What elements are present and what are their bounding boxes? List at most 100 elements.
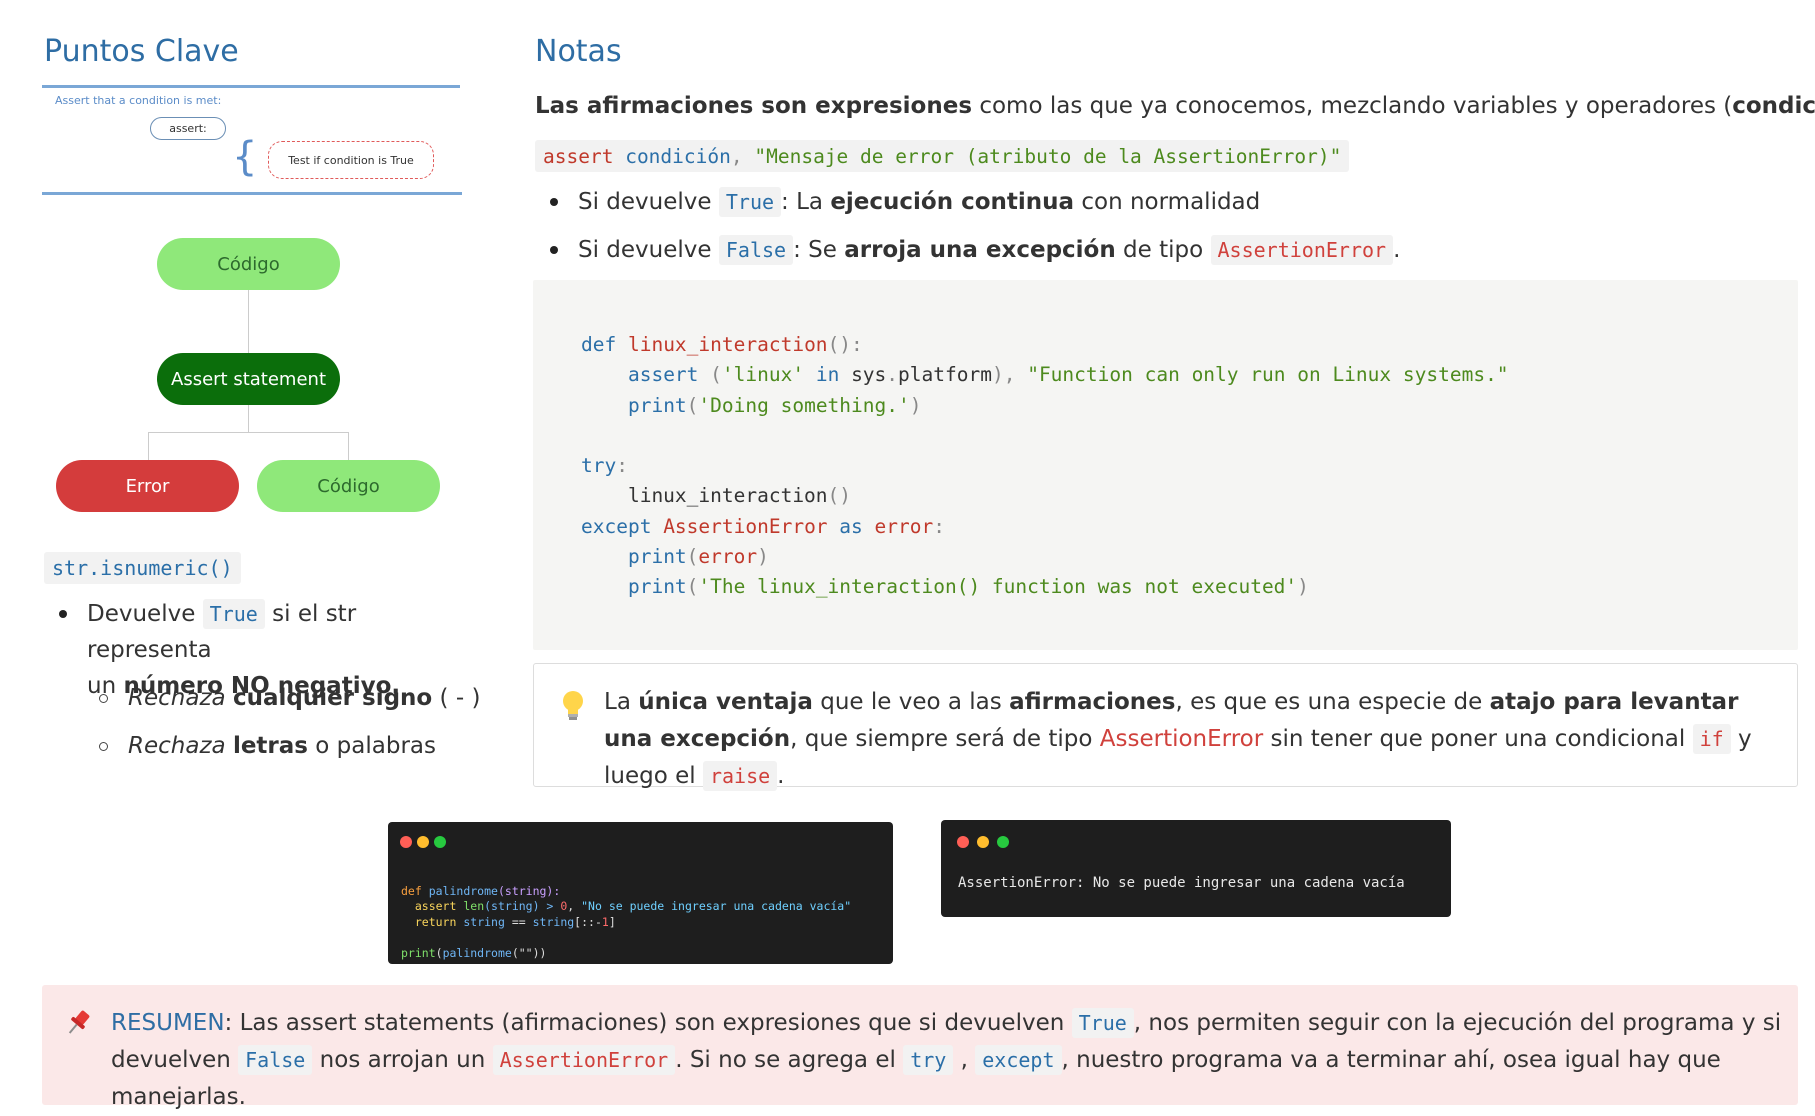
assert-pill: assert: <box>150 117 226 140</box>
bullet-text: Devuelve <box>87 601 196 627</box>
plain-text: , nos permiten seguir con la ejecución d… <box>1133 1010 1782 1036</box>
assert-diagram: Assert that a condition is met: assert: … <box>42 85 462 195</box>
bullet-true: Si devuelve True: La ejecución continua … <box>578 184 1260 220</box>
except-code: except <box>975 1045 1062 1075</box>
flow-connector-left <box>148 432 149 462</box>
flow-node-assert: Assert statement <box>157 353 340 405</box>
window-maximize-dot <box>434 836 446 848</box>
true-code: True <box>718 187 782 217</box>
syntax-condition: condición <box>625 144 731 168</box>
plain-text: como las que ya conocemos, mezclando var… <box>979 93 1733 119</box>
code-line: try: <box>581 454 628 478</box>
sub-bullet-ring <box>99 742 108 751</box>
plain-text: que le veo a las <box>820 689 1002 715</box>
terminal-output-text: AssertionError: No se puede ingresar una… <box>958 875 1405 891</box>
diagram-top-rule <box>42 85 460 88</box>
plain-text: devuelven <box>111 1047 231 1073</box>
bold-text: arroja una excepción <box>844 237 1116 263</box>
flow-node-code-bottom: Código <box>257 460 440 512</box>
bullet-dot <box>59 610 67 618</box>
italic-text: Rechaza <box>128 733 226 759</box>
sub-bullet-letters: Rechaza letras o palabras <box>128 728 436 764</box>
code-line: except AssertionError as error: <box>581 514 945 538</box>
bold-text: Las afirmaciones son expresiones <box>535 93 973 119</box>
plain-text: o palabras <box>315 733 436 759</box>
plain-text: La <box>604 689 631 715</box>
syntax-comma: , <box>730 144 743 168</box>
condition-box: Test if condition is True <box>268 141 434 179</box>
code-content: def linux_interaction(): assert ('linux'… <box>581 330 1509 603</box>
bold-text: afirmaciones <box>1009 689 1176 715</box>
tip-text: La única ventaja que le veo a las afirma… <box>604 684 1784 795</box>
code-screenshot-palindrome: def palindrome(string): assert len(strin… <box>388 822 893 964</box>
bullet-false: Si devuelve False: Se arroja una excepci… <box>578 232 1400 268</box>
puntos-clave-heading: Puntos Clave <box>44 34 239 69</box>
bold-text: ejecución continua <box>830 189 1075 215</box>
assertionerror-highlight: AssertionError <box>1099 726 1264 752</box>
palindrome-code: def palindrome(string): assert len(strin… <box>401 883 852 960</box>
plain-text: . <box>1393 237 1401 263</box>
plain-text: con normalidad <box>1081 189 1261 215</box>
plain-text: , es que es una especie de <box>1175 689 1483 715</box>
brace-glyph: { <box>232 134 258 180</box>
code-block: def linux_interaction(): assert ('linux'… <box>533 280 1798 650</box>
window-minimize-dot <box>977 836 989 848</box>
bullet-dot <box>550 246 558 254</box>
if-code: if <box>1692 724 1731 754</box>
plain-text: de tipo <box>1123 237 1204 263</box>
bullet-dot <box>550 198 558 206</box>
plain-text: : La <box>781 189 823 215</box>
plain-text: , <box>960 1047 968 1073</box>
bold-text: única ventaja <box>638 689 813 715</box>
bold-text: cualquier signo <box>232 685 433 711</box>
assertionerror-code: AssertionError <box>492 1045 676 1075</box>
window-minimize-dot <box>417 836 429 848</box>
diagram-caption: Assert that a condition is met: <box>55 94 222 107</box>
true-code: True <box>1071 1008 1134 1038</box>
false-code: False <box>238 1045 313 1075</box>
plain-text: Si devuelve <box>578 237 712 263</box>
plain-text: , <box>790 726 798 752</box>
plain-text: . Si no se agrega el <box>675 1047 896 1073</box>
plain-text: . <box>777 763 785 789</box>
summary-callout: RESUMEN: Las assert statements (afirmaci… <box>42 985 1798 1110</box>
window-close-dot <box>957 836 969 848</box>
pushpin-icon <box>62 1007 94 1039</box>
terminal-output-window: AssertionError: No se puede ingresar una… <box>941 820 1451 917</box>
tip-callout: La única ventaja que le veo a las afirma… <box>533 663 1798 791</box>
code-line: print('Doing something.') <box>627 393 922 417</box>
plain-text: Si devuelve <box>578 189 712 215</box>
try-code: try <box>903 1045 954 1075</box>
plain-text: sin tener que poner una condicional <box>1270 726 1686 752</box>
window-maximize-dot <box>997 836 1009 848</box>
bold-text: letras <box>232 733 308 759</box>
sub-bullet-signs: Rechaza cualquier signo ( - ) <box>128 680 480 716</box>
isnumeric-method: str.isnumeric() <box>44 552 241 584</box>
false-code: False <box>718 235 794 265</box>
isnumeric-label: str.isnumeric() <box>52 556 233 580</box>
syntax-keyword: assert <box>543 144 614 168</box>
syntax-message: "Mensaje de error (atributo de la Assert… <box>754 144 1342 168</box>
flow-connector-right <box>348 432 349 462</box>
true-code: True <box>202 599 265 629</box>
flow-connector-top <box>248 288 249 354</box>
syntax-line: assert condición, "Mensaje de error (atr… <box>535 140 1350 172</box>
plain-text: : Se <box>793 237 837 263</box>
raise-code: raise <box>702 761 778 791</box>
plain-text: ( - ) <box>439 685 481 711</box>
bold-text: condiciones <box>1732 93 1815 119</box>
flow-connector-mid <box>248 404 249 432</box>
flow-node-error: Error <box>56 460 239 512</box>
intro-paragraph: Las afirmaciones son expresiones como la… <box>535 88 1815 124</box>
flow-node-code-top: Código <box>157 238 340 290</box>
assertionerror-code: AssertionError <box>1210 235 1394 265</box>
lightbulb-icon <box>562 690 584 722</box>
summary-text: RESUMEN: Las assert statements (afirmaci… <box>111 1005 1791 1116</box>
plain-text: nos arrojan un <box>319 1047 486 1073</box>
sub-bullet-ring <box>99 694 108 703</box>
summary-label: RESUMEN <box>111 1010 225 1036</box>
italic-text: Rechaza <box>128 685 226 711</box>
code-line: linux_interaction() <box>581 484 852 508</box>
notas-heading: Notas <box>535 34 622 69</box>
